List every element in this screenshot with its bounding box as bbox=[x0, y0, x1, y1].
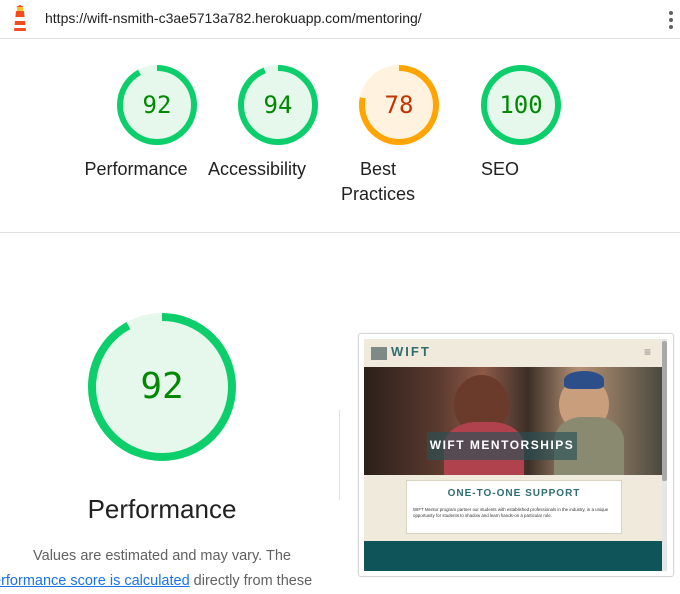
performance-score-link[interactable]: erformance score is calculated bbox=[0, 573, 190, 589]
thumbnail-scrollbar[interactable] bbox=[662, 339, 667, 571]
vertical-divider bbox=[339, 410, 340, 500]
url-text[interactable]: https://wift-nsmith-c3ae5713a782.herokua… bbox=[45, 10, 422, 26]
hero-image: WIFT MENTORSHIPS bbox=[364, 367, 662, 475]
page-screenshot-thumbnail[interactable]: WIFT ≡ WIFT MENTORSHIPS ONE-TO-ONE SUPPO… bbox=[358, 333, 674, 577]
description-line: erformance score is calculated directly … bbox=[0, 569, 333, 594]
support-card-text: WIFT Mentor program partner our students… bbox=[413, 507, 609, 518]
performance-score-large: 92 bbox=[140, 366, 184, 407]
description-line: Values are estimated and may vary. The bbox=[33, 548, 291, 564]
seo-label[interactable]: SEO bbox=[435, 157, 565, 182]
performance-gauge-large: 92 bbox=[87, 312, 237, 462]
performance-description: Values are estimated and may vary. The e… bbox=[0, 544, 340, 594]
best-practices-gauge[interactable]: 78 bbox=[357, 63, 441, 147]
hero-banner-text: WIFT MENTORSHIPS bbox=[429, 438, 575, 452]
seo-score: 100 bbox=[499, 91, 543, 119]
section-divider bbox=[0, 232, 680, 233]
site-logo-icon bbox=[371, 347, 387, 360]
site-body: ONE-TO-ONE SUPPORT WIFT Mentor program p… bbox=[364, 475, 662, 541]
accessibility-label[interactable]: Accessibility bbox=[192, 157, 322, 182]
description-text: directly from these bbox=[189, 573, 313, 589]
accessibility-score: 94 bbox=[263, 91, 293, 119]
address-bar: https://wift-nsmith-c3ae5713a782.herokua… bbox=[0, 0, 680, 39]
kebab-menu-icon[interactable] bbox=[664, 9, 678, 31]
performance-score: 92 bbox=[142, 91, 172, 119]
hamburger-menu-icon: ≡ bbox=[644, 345, 652, 359]
site-footer bbox=[364, 541, 662, 571]
best-practices-label[interactable]: Best Practices bbox=[313, 157, 443, 207]
best-practices-score: 78 bbox=[384, 91, 414, 119]
hero-banner: WIFT MENTORSHIPS bbox=[427, 432, 577, 460]
seo-gauge[interactable]: 100 bbox=[479, 63, 563, 147]
performance-gauge[interactable]: 92 bbox=[115, 63, 199, 147]
lighthouse-icon bbox=[14, 5, 26, 31]
support-card: ONE-TO-ONE SUPPORT WIFT Mentor program p… bbox=[406, 480, 622, 534]
performance-label[interactable]: Performance bbox=[71, 157, 201, 182]
performance-title: Performance bbox=[87, 494, 237, 524]
accessibility-gauge[interactable]: 94 bbox=[236, 63, 320, 147]
site-header: WIFT ≡ bbox=[364, 339, 662, 367]
site-logo-text: WIFT bbox=[391, 344, 431, 359]
support-card-title: ONE-TO-ONE SUPPORT bbox=[447, 488, 581, 499]
